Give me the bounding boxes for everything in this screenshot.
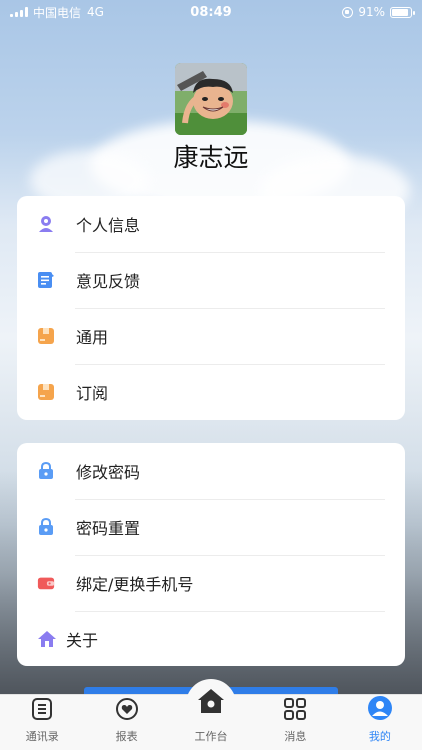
tab-bar: 通讯录 报表 工作台 消息 我的 <box>0 679 422 750</box>
menu-item-subscription[interactable]: 订阅 <box>17 364 405 420</box>
tab-workbench[interactable]: 工作台 <box>169 689 253 750</box>
status-bar: 中国电信 4G 08:49 91% <box>0 0 422 24</box>
menu-item-general[interactable]: 通用 <box>17 308 405 364</box>
menu-item-label: 订阅 <box>76 384 109 403</box>
tab-messages[interactable]: 消息 <box>253 695 337 750</box>
tab-me[interactable]: 我的 <box>338 695 422 750</box>
wallet-icon <box>37 574 55 592</box>
home-icon <box>37 630 57 648</box>
avatar[interactable] <box>175 63 247 135</box>
menu-item-label: 修改密码 <box>76 463 141 482</box>
lock-icon <box>37 518 55 536</box>
person-icon <box>37 215 55 233</box>
menu-item-change-password[interactable]: 修改密码 <box>17 443 405 499</box>
menu-item-reset-password[interactable]: 密码重置 <box>17 499 405 555</box>
menu-item-feedback[interactable]: 意见反馈 <box>17 252 405 308</box>
tab-label: 消息 <box>284 730 307 743</box>
menu-item-label: 通用 <box>76 328 109 347</box>
menu-item-label: 意见反馈 <box>76 272 141 291</box>
tab-label: 工作台 <box>194 730 228 743</box>
menu-item-bind-phone[interactable]: 绑定/更换手机号 <box>17 555 405 611</box>
workbench-home-icon <box>196 687 226 719</box>
tab-reports[interactable]: 报表 <box>84 695 168 750</box>
menu-item-label: 密码重置 <box>76 519 141 538</box>
tab-label: 通讯录 <box>25 730 59 743</box>
profile-icon <box>367 695 393 725</box>
menu-card-security: 修改密码 密码重置 绑定/更换手机号 关于 <box>17 443 405 666</box>
menu-item-about[interactable]: 关于 <box>17 611 405 666</box>
orientation-lock-icon <box>342 6 354 18</box>
contacts-icon <box>30 697 54 725</box>
menu-item-profile-info[interactable]: 个人信息 <box>17 196 405 252</box>
username: 康志远 <box>173 143 249 172</box>
feedback-icon <box>37 271 55 289</box>
menu-item-label: 关于 <box>66 631 99 650</box>
menu-item-label: 个人信息 <box>76 216 141 235</box>
network-label: 4G <box>87 5 104 19</box>
battery-icon <box>390 6 415 18</box>
battery-percent: 91% <box>358 5 385 19</box>
grid-icon <box>283 697 307 725</box>
tab-label: 报表 <box>115 730 138 743</box>
menu-card-general: 个人信息 意见反馈 通用 订阅 <box>17 196 405 420</box>
carrier-label: 中国电信 <box>33 5 82 20</box>
menu-item-label: 绑定/更换手机号 <box>76 575 194 594</box>
tab-contacts[interactable]: 通讯录 <box>0 695 84 750</box>
box-icon <box>37 327 55 345</box>
tab-label: 我的 <box>368 730 391 743</box>
heart-icon <box>115 697 139 725</box>
box-icon <box>37 383 55 401</box>
lock-icon <box>37 462 55 480</box>
signal-icon <box>10 7 28 17</box>
